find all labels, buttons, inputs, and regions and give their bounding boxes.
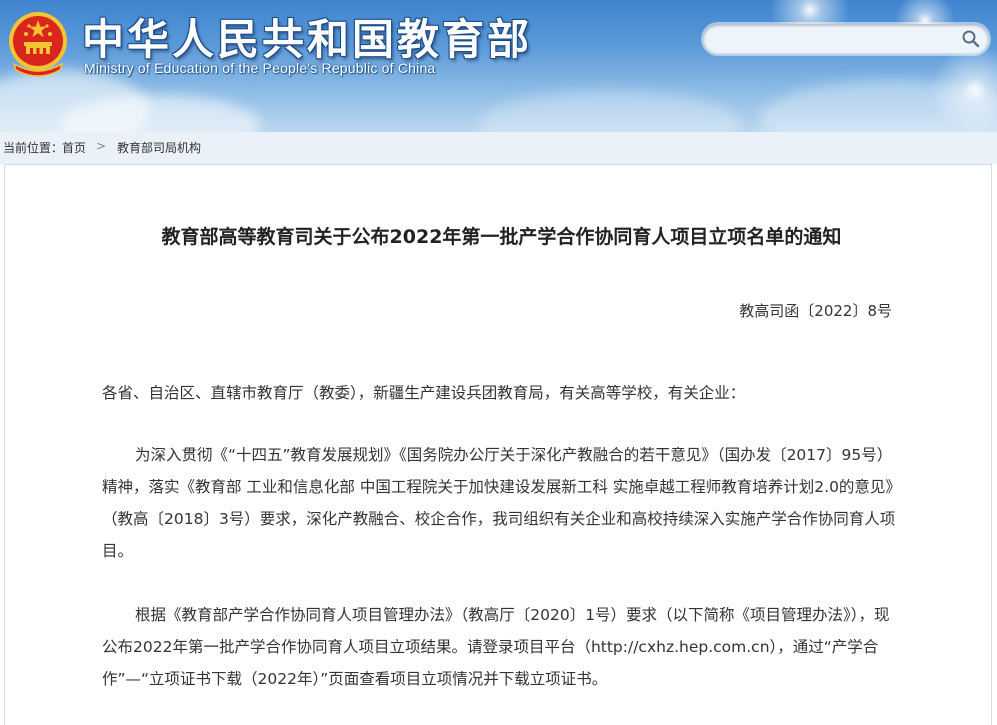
document-salutation: 各省、自治区、直辖市教育厅（教委），新疆生产建设兵团教育局，有关高等学校，有关企… <box>102 384 746 402</box>
search-input[interactable] <box>715 28 959 52</box>
breadcrumb-separator: > <box>96 139 107 153</box>
article-content: 教育部高等教育司关于公布2022年第一批产学合作协同育人项目立项名单的通知 教高… <box>4 164 992 725</box>
dandelion-decoration <box>930 45 997 132</box>
breadcrumb-prefix: 当前位置： <box>3 141 64 155</box>
breadcrumb-home-link[interactable]: 首页 <box>62 139 86 156</box>
document-title: 教育部高等教育司关于公布2022年第一批产学合作协同育人项目立项名单的通知 <box>161 226 842 248</box>
breadcrumb: 当前位置： 首页 > 教育部司局机构 <box>0 132 997 164</box>
site-header: 中华人民共和国教育部 Ministry of Education of the … <box>0 0 997 132</box>
cloud-decoration <box>480 90 740 132</box>
document-paragraph: 为深入贯彻《“十四五”教育发展规划》《国务院办公厅关于深化产教融合的若干意见》（… <box>102 446 896 560</box>
site-subtitle: Ministry of Education of the People's Re… <box>84 60 436 76</box>
search-box <box>703 24 989 54</box>
document-number: 教高司函〔2022〕8号 <box>739 302 892 320</box>
site-title: 中华人民共和国教育部 <box>82 15 533 64</box>
document-paragraph: 根据《教育部产学合作协同育人项目管理办法》（教高厅〔2020〕1号）要求（以下简… <box>102 606 890 688</box>
national-emblem-icon <box>9 12 67 77</box>
breadcrumb-current-link[interactable]: 教育部司局机构 <box>117 139 201 156</box>
search-icon[interactable] <box>961 29 981 49</box>
